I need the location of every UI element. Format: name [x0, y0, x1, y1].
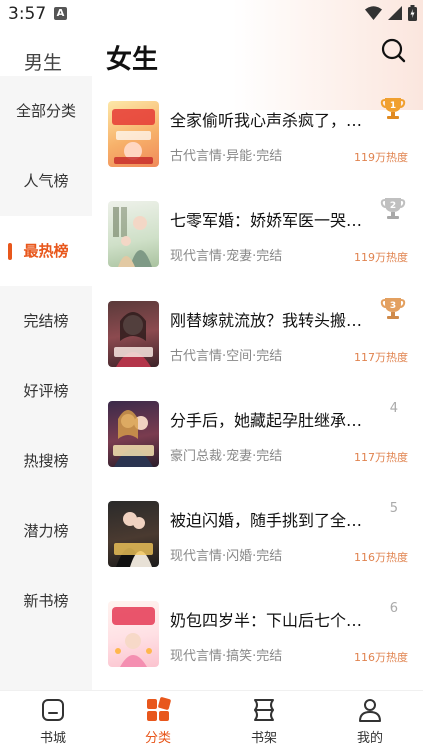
sidebar-item-label: 潜力榜 — [23, 522, 69, 540]
book-heat: 116万热度 — [354, 651, 408, 664]
nav-label: 书城 — [39, 731, 66, 746]
book-heat: 116万热度 — [354, 551, 408, 564]
sidebar-item-label: 热搜榜 — [23, 452, 69, 470]
book-tags: 豪门总裁·宠妻·完结 — [170, 449, 283, 464]
sidebar-item-new-books[interactable]: 新书榜 — [0, 566, 92, 636]
nav-category[interactable]: 分类 — [128, 697, 188, 751]
nav-profile[interactable]: 我的 — [340, 697, 400, 751]
book-title: 刚替嫁就流放？我转头搬… — [170, 311, 363, 330]
book-tags: 现代言情·宠妻·完结 — [170, 249, 283, 264]
active-indicator — [8, 243, 12, 260]
bottom-navigation: 书城 分类 书架 我的 — [0, 690, 423, 752]
status-icons — [365, 5, 417, 21]
book-tags: 现代言情·闪婚·完结 — [170, 549, 283, 564]
book-title: 奶包四岁半：下山后七个… — [170, 611, 363, 630]
sidebar-item-label: 好评榜 — [23, 382, 69, 400]
bookshelf-icon — [254, 699, 274, 721]
wifi-icon — [365, 6, 382, 20]
sidebar-item-popular[interactable]: 人气榜 — [0, 146, 92, 216]
rank-number: 6 — [389, 601, 398, 616]
book-title: 被迫闪婚，随手挑到了全… — [170, 511, 363, 530]
silver-trophy-icon: 2 — [380, 198, 406, 219]
status-time: 3:57 — [8, 4, 47, 24]
profile-icon — [359, 699, 381, 722]
cover-art — [113, 207, 152, 267]
bookstore-icon — [42, 699, 64, 721]
status-bar: 3:57 A — [0, 0, 423, 28]
nav-label: 我的 — [356, 731, 383, 746]
cover-art — [112, 109, 155, 164]
book-title: 分手后，她藏起孕肚继承… — [170, 411, 363, 430]
battery-icon — [408, 5, 417, 21]
rank-number: 4 — [389, 401, 398, 416]
notification-badge-icon: A — [54, 7, 67, 20]
book-title: 全家偷听我心声杀疯了，… — [170, 111, 363, 130]
sidebar-item-top-rated[interactable]: 好评榜 — [0, 356, 92, 426]
sidebar-item-label: 完结榜 — [23, 312, 69, 330]
list-item[interactable]: 奶包四岁半：下山后七个… 现代言情·搞笑·完结 116万热度 6 — [108, 601, 408, 671]
gold-trophy-icon: 1 — [380, 98, 406, 119]
sidebar-item-hot-search[interactable]: 热搜榜 — [0, 426, 92, 496]
bronze-trophy-icon: 3 — [380, 298, 406, 319]
rank-number: 5 — [389, 501, 398, 516]
book-tags: 现代言情·搞笑·完结 — [170, 649, 283, 664]
book-title: 七零军婚：娇娇军医一哭… — [170, 211, 363, 230]
nav-bookshelf[interactable]: 书架 — [234, 697, 294, 751]
nav-label: 书架 — [250, 731, 277, 746]
book-cover — [108, 201, 159, 267]
category-icon — [147, 697, 171, 721]
sidebar-item-hottest[interactable]: 最热榜 — [0, 216, 92, 286]
sidebar-item-completed[interactable]: 完结榜 — [0, 286, 92, 356]
list-item[interactable]: 全家偷听我心声杀疯了，… 古代言情·异能·完结 119万热度 1 — [108, 98, 408, 171]
book-tags: 古代言情·空间·完结 — [170, 349, 283, 364]
book-cover — [108, 301, 159, 367]
cover-art — [114, 312, 153, 367]
list-item[interactable]: 刚替嫁就流放？我转头搬… 古代言情·空间·完结 117万热度 3 — [108, 298, 408, 371]
list-item[interactable]: 分手后，她藏起孕肚继承… 豪门总裁·宠妻·完结 117万热度 4 — [108, 401, 408, 471]
cover-art — [113, 410, 154, 467]
sidebar-item-label: 最热榜 — [23, 242, 69, 260]
book-cover — [108, 401, 159, 467]
rank-number: 1 — [390, 101, 396, 111]
book-heat: 117万热度 — [354, 451, 408, 464]
sidebar-item-potential[interactable]: 潜力榜 — [0, 496, 92, 566]
list-item[interactable]: 七零军婚：娇娇军医一哭… 现代言情·宠妻·完结 119万热度 2 — [108, 198, 408, 271]
book-heat: 119万热度 — [354, 251, 408, 264]
tab-female[interactable]: 女生 — [106, 39, 158, 76]
rank-number: 3 — [390, 301, 396, 311]
book-cover — [108, 501, 159, 567]
signal-icon — [388, 6, 402, 20]
sidebar-item-label: 新书榜 — [23, 592, 69, 610]
search-icon[interactable] — [380, 37, 406, 63]
sidebar-item-label: 全部分类 — [15, 102, 76, 120]
sidebar-item-label: 人气榜 — [23, 172, 69, 190]
book-cover — [108, 601, 159, 667]
book-cover — [108, 101, 159, 167]
rank-number: 2 — [390, 201, 396, 211]
cover-art — [114, 512, 153, 567]
book-heat: 119万热度 — [354, 151, 408, 164]
nav-bookstore[interactable]: 书城 — [23, 697, 83, 751]
cover-art — [112, 607, 155, 667]
nav-label: 分类 — [144, 731, 171, 746]
ranking-sidebar: 全部分类 人气榜 最热榜 完结榜 好评榜 热搜榜 潜力榜 新书榜 — [0, 76, 92, 690]
book-tags: 古代言情·异能·完结 — [170, 149, 283, 164]
book-heat: 117万热度 — [354, 351, 408, 364]
sidebar-item-all-categories[interactable]: 全部分类 — [0, 76, 92, 146]
tab-male[interactable]: 男生 — [24, 48, 62, 75]
list-item[interactable]: 被迫闪婚，随手挑到了全… 现代言情·闪婚·完结 116万热度 5 — [108, 501, 408, 571]
